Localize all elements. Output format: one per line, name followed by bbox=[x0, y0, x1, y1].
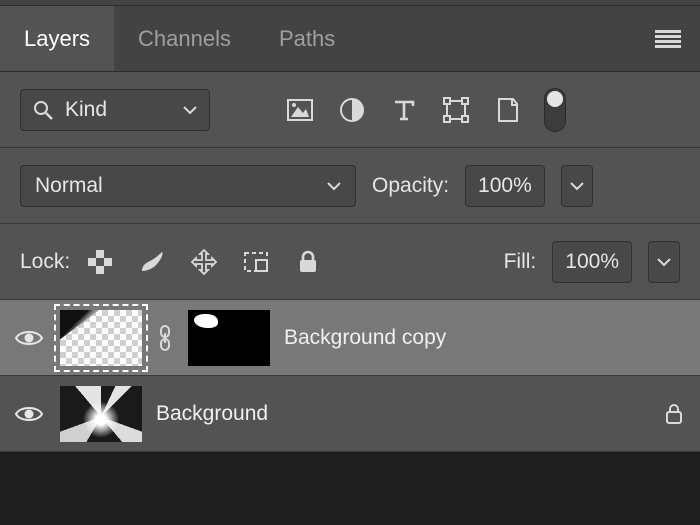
chevron-down-icon bbox=[657, 257, 671, 267]
layer-thumbnail[interactable] bbox=[60, 386, 142, 442]
layer-row[interactable]: Background copy bbox=[0, 300, 700, 376]
tab-layers[interactable]: Layers bbox=[0, 6, 114, 71]
filter-toggle-switch[interactable] bbox=[544, 88, 566, 132]
opacity-value-input[interactable]: 100% bbox=[465, 165, 545, 207]
tab-paths[interactable]: Paths bbox=[255, 6, 359, 71]
layer-mask-thumbnail[interactable] bbox=[188, 310, 270, 366]
layer-row[interactable]: Background bbox=[0, 376, 700, 452]
chevron-down-icon bbox=[327, 181, 341, 191]
layers-panel: Layers Channels Paths Kind bbox=[0, 0, 700, 452]
tab-channels[interactable]: Channels bbox=[114, 6, 255, 71]
visibility-toggle[interactable] bbox=[12, 404, 46, 424]
layer-thumbnail[interactable] bbox=[60, 310, 142, 366]
fill-stepper[interactable] bbox=[648, 241, 680, 283]
lock-transparency-icon[interactable] bbox=[86, 248, 114, 276]
fill-value: 100% bbox=[565, 250, 619, 274]
filter-row: Kind bbox=[0, 72, 700, 148]
tab-label: Layers bbox=[24, 26, 90, 52]
eye-icon bbox=[14, 328, 44, 348]
eye-icon bbox=[14, 404, 44, 424]
fill-label[interactable]: Fill: bbox=[504, 250, 537, 274]
search-icon bbox=[33, 100, 53, 120]
lock-paint-icon[interactable] bbox=[138, 248, 166, 276]
adjustment-filter-icon[interactable] bbox=[338, 96, 366, 124]
thumbnail-content bbox=[60, 310, 100, 340]
visibility-toggle[interactable] bbox=[12, 328, 46, 348]
opacity-label[interactable]: Opacity: bbox=[372, 174, 449, 198]
menu-icon bbox=[655, 30, 681, 48]
layer-name[interactable]: Background bbox=[156, 402, 268, 426]
image-filter-icon[interactable] bbox=[286, 96, 314, 124]
lock-artboard-icon[interactable] bbox=[242, 248, 270, 276]
link-icon[interactable] bbox=[156, 325, 174, 351]
tabs-spacer bbox=[359, 6, 636, 71]
panel-menu-button[interactable] bbox=[636, 6, 700, 71]
lock-all-icon[interactable] bbox=[294, 248, 322, 276]
chevron-down-icon bbox=[570, 181, 584, 191]
lock-icons bbox=[86, 248, 322, 276]
lock-move-icon[interactable] bbox=[190, 248, 218, 276]
chevron-down-icon bbox=[183, 105, 197, 115]
blend-row: Normal Opacity: 100% bbox=[0, 148, 700, 224]
layer-name[interactable]: Background copy bbox=[284, 326, 446, 350]
smartobject-filter-icon[interactable] bbox=[494, 96, 522, 124]
kind-label: Kind bbox=[65, 98, 107, 122]
tab-label: Channels bbox=[138, 26, 231, 52]
blend-mode-value: Normal bbox=[35, 174, 103, 198]
opacity-stepper[interactable] bbox=[561, 165, 593, 207]
kind-dropdown[interactable]: Kind bbox=[20, 89, 210, 131]
lock-label: Lock: bbox=[20, 250, 70, 274]
fill-value-input[interactable]: 100% bbox=[552, 241, 632, 283]
blend-mode-dropdown[interactable]: Normal bbox=[20, 165, 356, 207]
switch-knob bbox=[547, 91, 563, 107]
filter-type-icons bbox=[286, 96, 522, 124]
layers-list: Background copy Background bbox=[0, 300, 700, 452]
lock-row: Lock: Fill: bbox=[0, 224, 700, 300]
panel-tabs: Layers Channels Paths bbox=[0, 6, 700, 72]
tab-label: Paths bbox=[279, 26, 335, 52]
layer-lock-icon[interactable] bbox=[664, 403, 684, 425]
type-filter-icon[interactable] bbox=[390, 96, 418, 124]
opacity-value: 100% bbox=[478, 174, 532, 198]
shape-filter-icon[interactable] bbox=[442, 96, 470, 124]
